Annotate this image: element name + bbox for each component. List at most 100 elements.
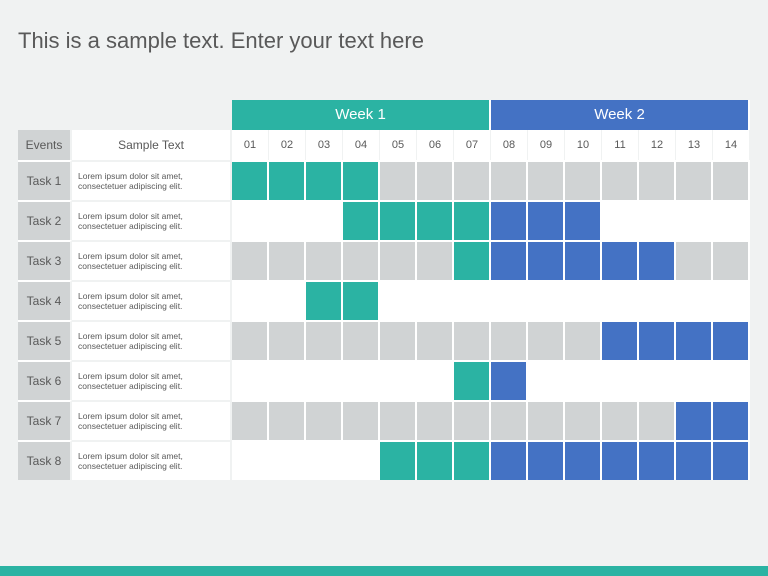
gantt-cell xyxy=(380,200,417,240)
gantt-cell xyxy=(491,240,528,280)
gantt-row-cells xyxy=(232,240,750,280)
gantt-cell xyxy=(454,280,491,320)
gantt-cell xyxy=(602,320,639,360)
gantt-cell xyxy=(491,400,528,440)
gantt-row-cells xyxy=(232,280,750,320)
task-row: Task 5Lorem ipsum dolor sit amet, consec… xyxy=(18,320,750,360)
gantt-cell xyxy=(454,200,491,240)
gantt-cell xyxy=(491,320,528,360)
gantt-cell xyxy=(232,440,269,480)
gantt-cell xyxy=(676,240,713,280)
task-description: Lorem ipsum dolor sit amet, consectetuer… xyxy=(72,400,232,440)
task-label: Task 2 xyxy=(18,200,72,240)
gantt-row-cells xyxy=(232,440,750,480)
gantt-row-cells xyxy=(232,360,750,400)
gantt-cell xyxy=(306,320,343,360)
gantt-cell xyxy=(417,240,454,280)
gantt-cell xyxy=(343,280,380,320)
gantt-cell xyxy=(491,160,528,200)
gantt-cell xyxy=(232,160,269,200)
gantt-cell xyxy=(639,240,676,280)
gantt-cell xyxy=(454,240,491,280)
gantt-cell xyxy=(676,320,713,360)
column-header-row: Events Sample Text 010203040506070809101… xyxy=(18,130,750,160)
gantt-cell xyxy=(269,200,306,240)
task-label: Task 5 xyxy=(18,320,72,360)
gantt-row-cells xyxy=(232,320,750,360)
gantt-row-cells xyxy=(232,160,750,200)
gantt-cell xyxy=(639,360,676,400)
gantt-cell xyxy=(417,160,454,200)
gantt-cell xyxy=(454,360,491,400)
gantt-cell xyxy=(602,360,639,400)
gantt-cell xyxy=(269,440,306,480)
task-row: Task 8Lorem ipsum dolor sit amet, consec… xyxy=(18,440,750,480)
gantt-chart: Week 1 Week 2 Events Sample Text 0102030… xyxy=(18,100,750,480)
gantt-cell xyxy=(639,200,676,240)
task-description: Lorem ipsum dolor sit amet, consectetuer… xyxy=(72,240,232,280)
gantt-cell xyxy=(269,280,306,320)
task-description: Lorem ipsum dolor sit amet, consectetuer… xyxy=(72,360,232,400)
gantt-cell xyxy=(528,160,565,200)
gantt-cell xyxy=(417,440,454,480)
gantt-cell xyxy=(528,280,565,320)
gantt-row-cells xyxy=(232,400,750,440)
gantt-cell xyxy=(528,320,565,360)
gantt-cell xyxy=(491,440,528,480)
gantt-cell xyxy=(565,400,602,440)
gantt-cell xyxy=(639,160,676,200)
gantt-cell xyxy=(676,360,713,400)
gantt-cell xyxy=(343,360,380,400)
gantt-cell xyxy=(417,400,454,440)
gantt-cell xyxy=(676,200,713,240)
gantt-cell xyxy=(269,160,306,200)
gantt-cell xyxy=(528,240,565,280)
gantt-cell xyxy=(713,200,750,240)
gantt-cell xyxy=(306,160,343,200)
gantt-cell xyxy=(639,440,676,480)
gantt-cell xyxy=(454,400,491,440)
gantt-cell xyxy=(269,320,306,360)
header-spacer xyxy=(18,100,232,130)
task-label: Task 3 xyxy=(18,240,72,280)
gantt-cell xyxy=(565,440,602,480)
events-column-header: Events xyxy=(18,130,72,160)
gantt-cell xyxy=(417,200,454,240)
gantt-cell xyxy=(306,280,343,320)
gantt-cell xyxy=(380,240,417,280)
gantt-cell xyxy=(232,400,269,440)
task-row: Task 4Lorem ipsum dolor sit amet, consec… xyxy=(18,280,750,320)
gantt-cell xyxy=(343,160,380,200)
gantt-cell xyxy=(676,400,713,440)
gantt-cell xyxy=(306,360,343,400)
gantt-cell xyxy=(602,440,639,480)
task-row: Task 2Lorem ipsum dolor sit amet, consec… xyxy=(18,200,750,240)
gantt-cell xyxy=(676,280,713,320)
gantt-cell xyxy=(380,440,417,480)
day-label-09: 09 xyxy=(528,130,565,160)
gantt-cell xyxy=(380,400,417,440)
gantt-cell xyxy=(602,400,639,440)
task-rows-container: Task 1Lorem ipsum dolor sit amet, consec… xyxy=(18,160,750,480)
task-row: Task 3Lorem ipsum dolor sit amet, consec… xyxy=(18,240,750,280)
gantt-row-cells xyxy=(232,200,750,240)
gantt-cell xyxy=(232,320,269,360)
day-label-10: 10 xyxy=(565,130,602,160)
gantt-cell xyxy=(713,240,750,280)
day-label-14: 14 xyxy=(713,130,750,160)
gantt-cell xyxy=(528,360,565,400)
gantt-cell xyxy=(232,240,269,280)
page-title: This is a sample text. Enter your text h… xyxy=(18,28,424,54)
gantt-cell xyxy=(306,240,343,280)
day-label-01: 01 xyxy=(232,130,269,160)
day-label-03: 03 xyxy=(306,130,343,160)
task-row: Task 7Lorem ipsum dolor sit amet, consec… xyxy=(18,400,750,440)
gantt-cell xyxy=(417,280,454,320)
gantt-cell xyxy=(417,320,454,360)
task-label: Task 8 xyxy=(18,440,72,480)
gantt-cell xyxy=(713,280,750,320)
gantt-cell xyxy=(232,200,269,240)
gantt-cell xyxy=(232,360,269,400)
task-description: Lorem ipsum dolor sit amet, consectetuer… xyxy=(72,160,232,200)
gantt-cell xyxy=(528,400,565,440)
